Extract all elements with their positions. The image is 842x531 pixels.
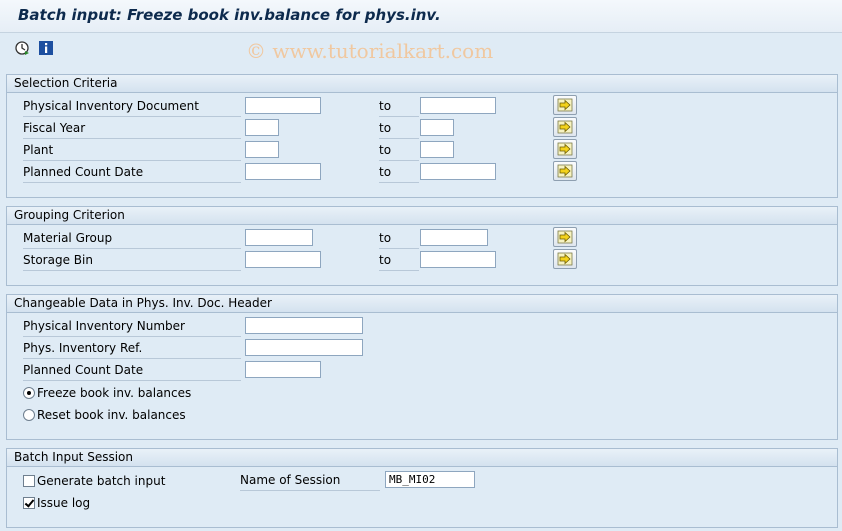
grouping-criterion-group: Grouping Criterion Material Group to Sto… — [6, 206, 838, 286]
session-name-input[interactable]: MB_MI02 — [385, 471, 475, 488]
storage-bin-from-input[interactable] — [245, 251, 321, 268]
session-name-label: Name of Session — [240, 470, 380, 491]
issue-log-checkbox[interactable] — [23, 497, 35, 509]
title-bar: Batch input: Freeze book inv.balance for… — [0, 0, 842, 33]
phys-inv-number-input[interactable] — [245, 317, 363, 334]
execute-icon[interactable] — [14, 40, 30, 56]
reset-radio[interactable] — [23, 409, 35, 421]
planned-count-date-from-input[interactable] — [245, 163, 321, 180]
arrow-right-icon — [557, 142, 573, 156]
field-label: Planned Count Date — [23, 360, 241, 381]
plant-from-input[interactable] — [245, 141, 279, 158]
multiple-selection-button[interactable] — [553, 227, 577, 247]
phys-inv-doc-from-input[interactable] — [245, 97, 321, 114]
arrow-right-icon — [557, 164, 573, 178]
to-label: to — [379, 250, 419, 271]
changeable-data-group: Changeable Data in Phys. Inv. Doc. Heade… — [6, 294, 838, 440]
batch-input-session-group: Batch Input Session Generate batch input… — [6, 448, 838, 528]
material-group-from-input[interactable] — [245, 229, 313, 246]
watermark: © www.tutorialkart.com — [246, 39, 494, 63]
group-title: Batch Input Session — [7, 449, 837, 467]
arrow-right-icon — [557, 230, 573, 244]
storage-bin-to-input[interactable] — [420, 251, 496, 268]
arrow-right-icon — [557, 98, 573, 112]
phys-inv-ref-input[interactable] — [245, 339, 363, 356]
freeze-radio-label: Freeze book inv. balances — [37, 386, 192, 400]
field-label: Physical Inventory Number — [23, 316, 241, 337]
multiple-selection-button[interactable] — [553, 161, 577, 181]
to-label: to — [379, 140, 419, 161]
multiple-selection-button[interactable] — [553, 117, 577, 137]
selection-criteria-group: Selection Criteria Physical Inventory Do… — [6, 74, 838, 198]
planned-count-date-to-input[interactable] — [420, 163, 496, 180]
multiple-selection-button[interactable] — [553, 95, 577, 115]
field-label: Material Group — [23, 228, 241, 249]
issue-log-label: Issue log — [37, 496, 91, 510]
field-label: Phys. Inventory Ref. — [23, 338, 241, 359]
multiple-selection-button[interactable] — [553, 249, 577, 269]
application-toolbar: © www.tutorialkart.com — [0, 34, 842, 63]
page-title: Batch input: Freeze book inv.balance for… — [18, 6, 441, 24]
group-title: Changeable Data in Phys. Inv. Doc. Heade… — [7, 295, 837, 313]
to-label: to — [379, 162, 419, 183]
field-label: Plant — [23, 140, 241, 161]
group-title: Selection Criteria — [7, 75, 837, 93]
fiscal-year-to-input[interactable] — [420, 119, 454, 136]
field-label: Fiscal Year — [23, 118, 241, 139]
generate-batch-input-checkbox[interactable] — [23, 475, 35, 487]
plant-to-input[interactable] — [420, 141, 454, 158]
freeze-radio[interactable] — [23, 387, 35, 399]
to-label: to — [379, 96, 419, 117]
multiple-selection-button[interactable] — [553, 139, 577, 159]
field-label: Planned Count Date — [23, 162, 241, 183]
fiscal-year-from-input[interactable] — [245, 119, 279, 136]
reset-radio-label: Reset book inv. balances — [37, 408, 186, 422]
group-title: Grouping Criterion — [7, 207, 837, 225]
field-label: Physical Inventory Document — [23, 96, 241, 117]
planned-count-date-input[interactable] — [245, 361, 321, 378]
material-group-to-input[interactable] — [420, 229, 488, 246]
generate-batch-input-label: Generate batch input — [37, 474, 166, 488]
arrow-right-icon — [557, 252, 573, 266]
phys-inv-doc-to-input[interactable] — [420, 97, 496, 114]
to-label: to — [379, 228, 419, 249]
to-label: to — [379, 118, 419, 139]
field-label: Storage Bin — [23, 250, 241, 271]
info-icon[interactable] — [38, 40, 54, 56]
arrow-right-icon — [557, 120, 573, 134]
